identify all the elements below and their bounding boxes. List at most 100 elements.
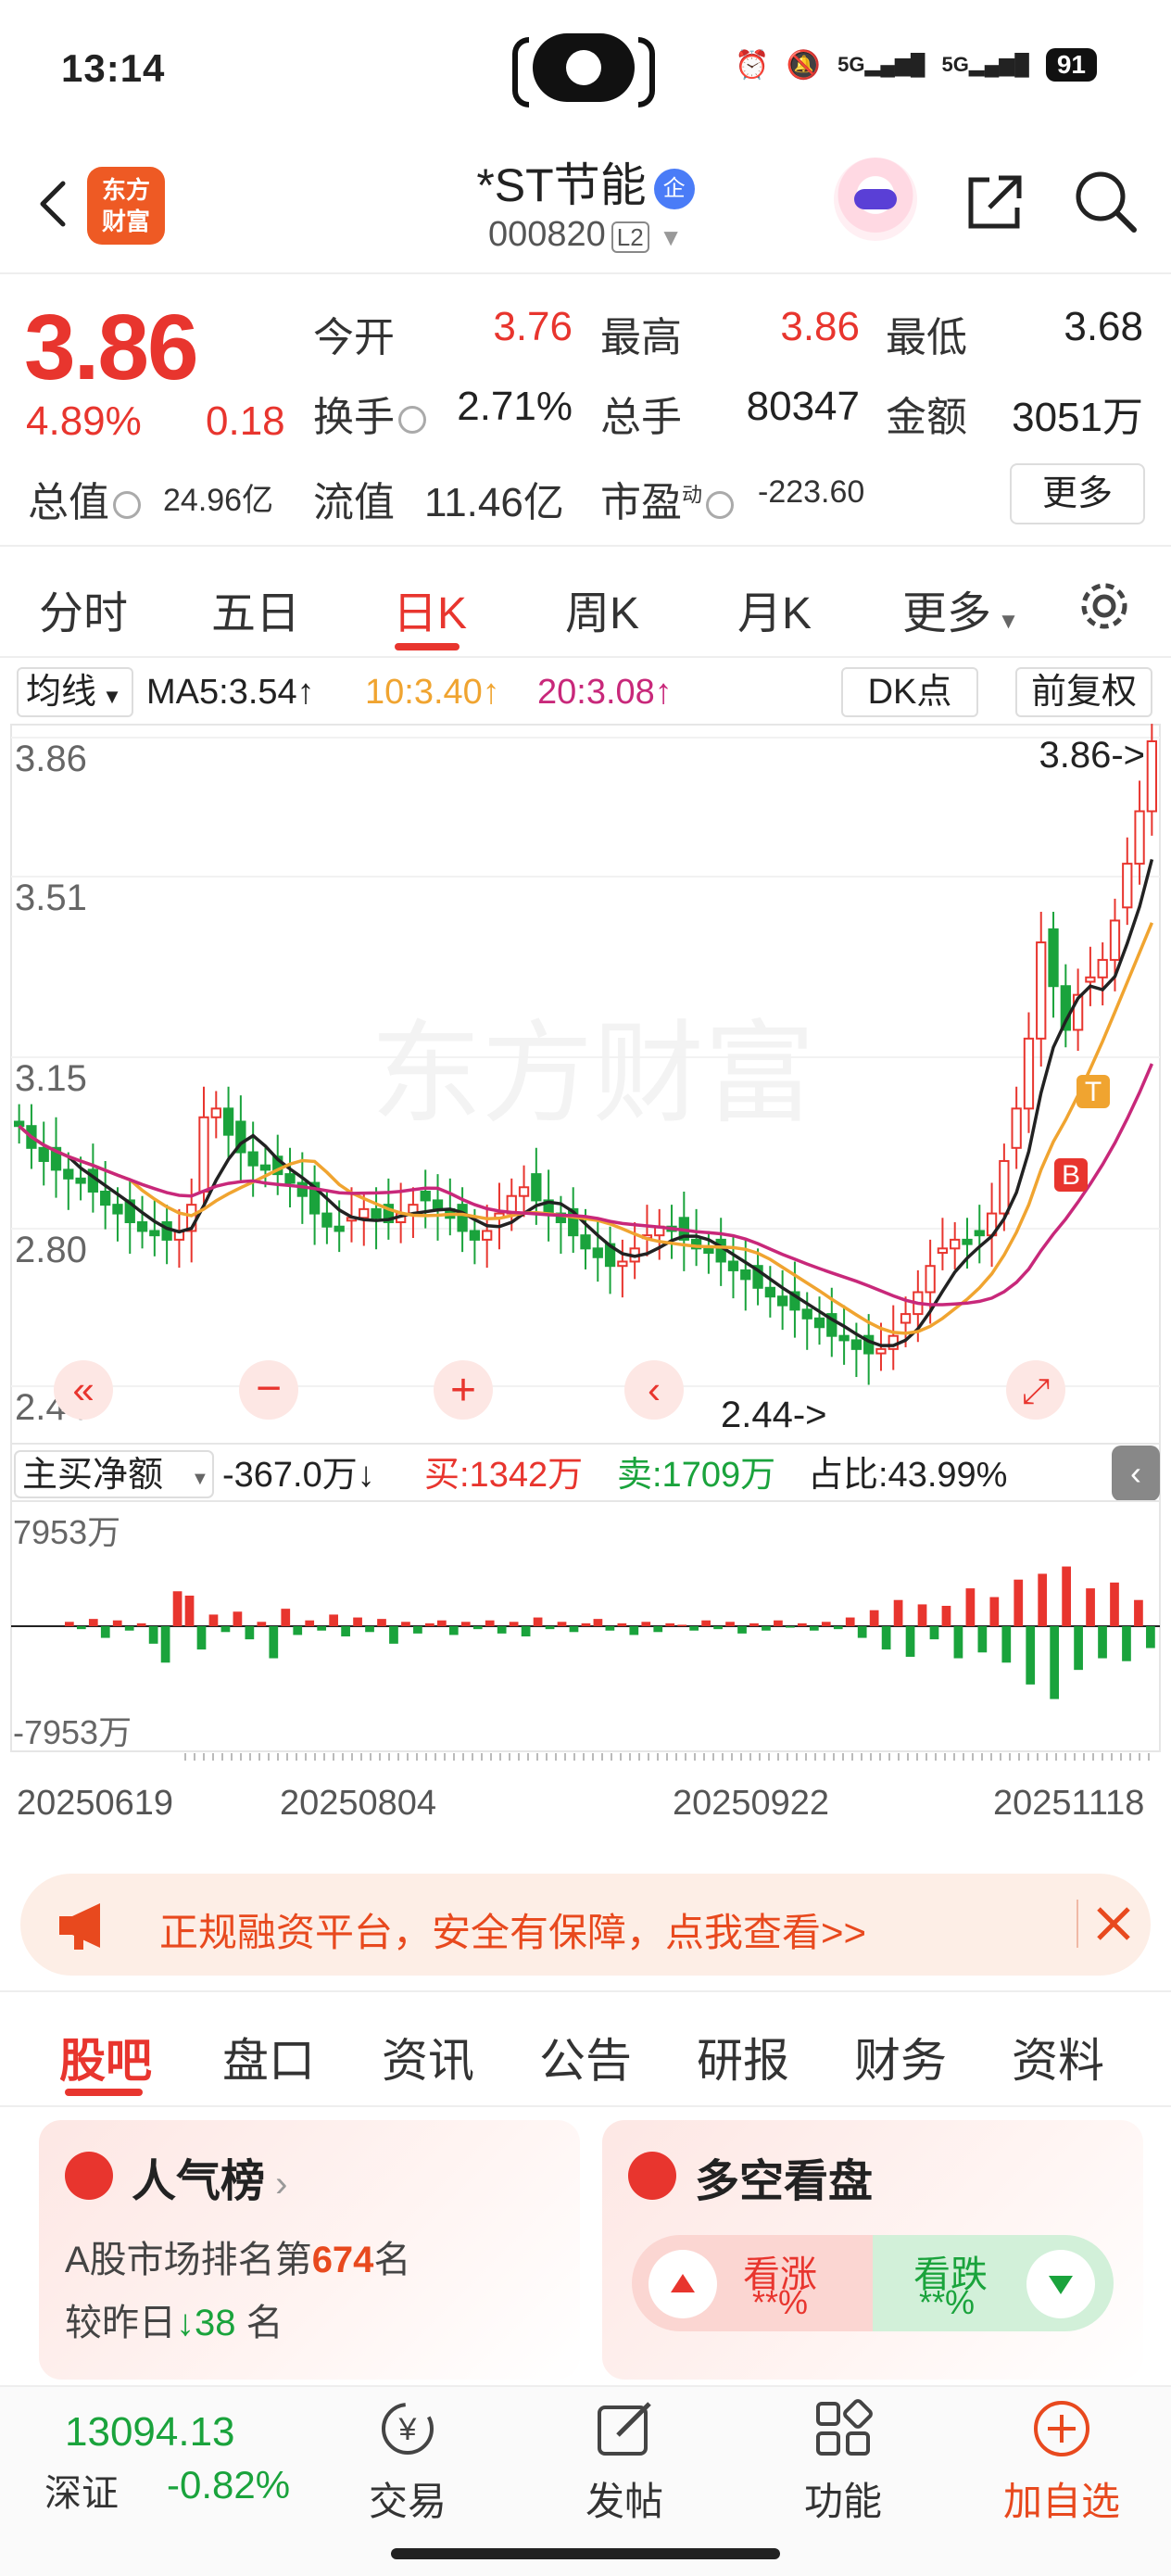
vs-icon <box>628 2152 676 2200</box>
flow-bar-sell <box>521 1626 531 1637</box>
flow-bar-sell <box>472 1626 483 1630</box>
sentiment-card[interactable]: 多空看盘 看涨 **% 看跌 **% <box>602 2120 1143 2380</box>
edit-post-icon <box>598 2402 651 2456</box>
flow-bar-buy <box>1086 1588 1095 1626</box>
flow-bar-sell <box>653 1626 663 1633</box>
flow-bar-buy <box>617 1623 627 1626</box>
info-icon[interactable] <box>398 406 426 435</box>
flow-bar-buy <box>989 1597 1000 1626</box>
index-name[interactable]: 深证 <box>44 2463 119 2517</box>
nav-trade[interactable]: ¥ 交易 <box>343 2396 472 2535</box>
flow-bar-buy <box>533 1617 543 1626</box>
flow-sell: 卖:1709万 <box>617 1456 775 1495</box>
bearish-button[interactable]: 看跌 **% <box>873 2235 1114 2331</box>
tab-order-book[interactable]: 盘口 <box>222 2024 315 2090</box>
flow-bar-buy <box>821 1622 831 1626</box>
close-icon[interactable] <box>1086 1896 1141 1951</box>
more-quote-button[interactable]: 更多 <box>1010 463 1145 524</box>
flow-bar-sell <box>76 1626 86 1630</box>
adjust-button[interactable]: 前复权 <box>1015 667 1152 717</box>
flow-bar-buy <box>184 1595 195 1626</box>
flow-max-label: 7953万 <box>13 1513 120 1551</box>
field-label: 今开 <box>313 315 395 360</box>
flow-bar-buy <box>172 1591 183 1626</box>
flow-bar-sell <box>341 1626 350 1637</box>
candle-up <box>359 1207 370 1219</box>
candle-up <box>210 1107 221 1118</box>
gear-icon[interactable] <box>1075 576 1134 636</box>
tab-five-day[interactable]: 五日 <box>211 576 300 641</box>
flow-bar-buy <box>1014 1579 1024 1626</box>
flow-bar-sell <box>786 1626 795 1628</box>
tab-monthly-k[interactable]: 月K <box>737 576 812 641</box>
candle-down <box>284 1173 296 1184</box>
flow-bar-buy <box>749 1623 759 1626</box>
flow-ratio: 占比:43.99% <box>808 1456 1007 1495</box>
flow-bar-sell <box>689 1626 699 1631</box>
rank-line: A股市场排名第674名 <box>65 2240 411 2280</box>
dk-point-button[interactable]: DK点 <box>841 667 978 717</box>
field-label: 总手 <box>600 395 682 440</box>
low-marker: 2.44-> <box>721 1395 827 1435</box>
content-tabs: 股吧 盘口 资讯 公告 研报 财务 资料 <box>0 1990 1171 2107</box>
assistant-robot-icon[interactable] <box>834 158 917 241</box>
flow-bar-buy <box>677 1624 687 1626</box>
nav-functions[interactable]: 功能 <box>778 2396 908 2535</box>
search-icon[interactable] <box>1071 167 1140 235</box>
candle-up <box>950 1238 961 1250</box>
x-label: 20250804 <box>280 1784 436 1823</box>
flow-bar-buy <box>257 1622 267 1626</box>
tab-more[interactable]: 更多 ▼ <box>902 576 1019 641</box>
field-label: 最高 <box>600 315 682 360</box>
signal-2-icon: 5G▂▄▆█ <box>941 53 1029 76</box>
flow-bar-buy <box>917 1604 927 1626</box>
flow-bar-buy <box>665 1623 675 1626</box>
share-icon[interactable] <box>962 170 1026 235</box>
tab-profile[interactable]: 资料 <box>1012 2024 1104 2090</box>
tab-financials[interactable]: 财务 <box>854 2024 947 2090</box>
tab-announcements[interactable]: 公告 <box>539 2024 632 2090</box>
plus-icon: + <box>450 1366 476 1415</box>
y-axis-label: 3.51 <box>15 878 87 918</box>
flow-bar-sell <box>1001 1626 1012 1663</box>
popularity-card[interactable]: 人气榜 › A股市场排名第674名 较昨日↓38 名 <box>39 2120 580 2380</box>
flow-bar-sell <box>1050 1626 1060 1699</box>
field-value-high: 3.86 <box>780 304 860 349</box>
ad-banner[interactable]: 正规融资平台，安全有保障，点我查看>> <box>20 1874 1151 1976</box>
mute-icon: 🔕 <box>786 49 822 81</box>
bullish-button[interactable]: 看涨 **% <box>632 2235 873 2331</box>
market-cap-value: 24.96亿 <box>163 483 274 518</box>
tab-weekly-k[interactable]: 周K <box>565 576 639 641</box>
tab-intraday[interactable]: 分时 <box>39 576 128 641</box>
index-value[interactable]: 13094.13 <box>65 2409 235 2456</box>
flow-bar-buy <box>136 1623 146 1626</box>
flow-bar-sell <box>809 1626 819 1631</box>
info-icon[interactable] <box>113 491 141 520</box>
tab-forum[interactable]: 股吧 <box>59 2024 152 2090</box>
candle-up <box>1146 740 1158 813</box>
pe-value: -223.60 <box>758 474 865 510</box>
field-value-open: 3.76 <box>493 304 573 349</box>
enterprise-badge: 企 <box>653 168 695 209</box>
flow-bar-buy <box>593 1619 603 1626</box>
candle-down <box>222 1107 234 1136</box>
info-icon[interactable] <box>706 491 735 520</box>
candle-up <box>900 1313 912 1324</box>
nav-post[interactable]: 发帖 <box>560 2396 689 2535</box>
kline-chart[interactable]: 东方财富 3.863.513.152.802.44 3.86-> 2.44-> … <box>0 723 1171 1864</box>
candle-down <box>432 1199 444 1210</box>
index-change[interactable]: -0.82% <box>167 2463 290 2507</box>
svg-text:▼: ▼ <box>191 1469 209 1489</box>
flow-bar-buy <box>485 1620 495 1626</box>
tab-research[interactable]: 研报 <box>697 2024 789 2090</box>
tab-daily-k[interactable]: 日K <box>393 576 467 641</box>
candle-down <box>715 1238 726 1263</box>
ad-text[interactable]: 正规融资平台，安全有保障，点我查看>> <box>159 1901 866 1958</box>
flow-bar-buy <box>112 1620 122 1626</box>
candle-down <box>334 1225 345 1232</box>
nav-add-watchlist[interactable]: 加自选 <box>997 2396 1127 2535</box>
flow-bar-sell <box>833 1626 843 1630</box>
candle-up <box>1011 1107 1022 1149</box>
ma-selector[interactable]: 均线 ▼ <box>17 667 133 717</box>
tab-news[interactable]: 资讯 <box>382 2024 474 2090</box>
